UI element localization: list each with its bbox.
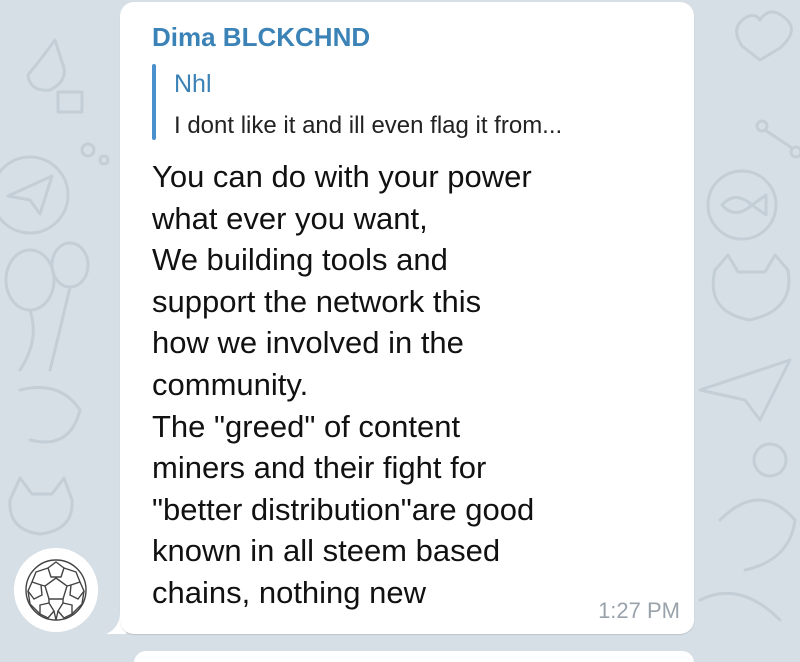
message-line: miners and their fight for xyxy=(152,450,487,486)
message-line: known in all steem based xyxy=(152,533,501,569)
reply-author: Nhl xyxy=(174,70,212,98)
message-line: The "greed" of content xyxy=(152,408,461,444)
buckyball-avatar-icon xyxy=(14,548,98,632)
next-message-bubble[interactable] xyxy=(134,651,694,662)
message-line: chains, nothing new xyxy=(152,574,427,610)
message-text: You can do with your power what ever you… xyxy=(152,156,652,614)
message-timestamp: 1:27 PM xyxy=(598,598,680,623)
message-line: support the network this xyxy=(152,283,482,319)
reply-text: I dont like it and ill even flag it from… xyxy=(174,112,563,139)
message-bubble[interactable]: Dima BLCKCHND Nhl I dont like it and ill… xyxy=(120,2,694,634)
message-line: how we involved in the xyxy=(152,325,464,361)
avatar[interactable] xyxy=(14,548,98,632)
message-line: You can do with your power xyxy=(152,159,532,194)
message-line: community. xyxy=(152,366,309,402)
sender-name[interactable]: Dima BLCKCHND xyxy=(152,22,370,53)
reply-bar xyxy=(152,64,156,140)
message-line: what ever you want, xyxy=(152,200,428,236)
message-line: We building tools and xyxy=(152,242,448,278)
reply-quote[interactable]: Nhl I dont like it and ill even flag it … xyxy=(152,64,672,142)
message-line: "better distribution"are good xyxy=(152,491,535,527)
